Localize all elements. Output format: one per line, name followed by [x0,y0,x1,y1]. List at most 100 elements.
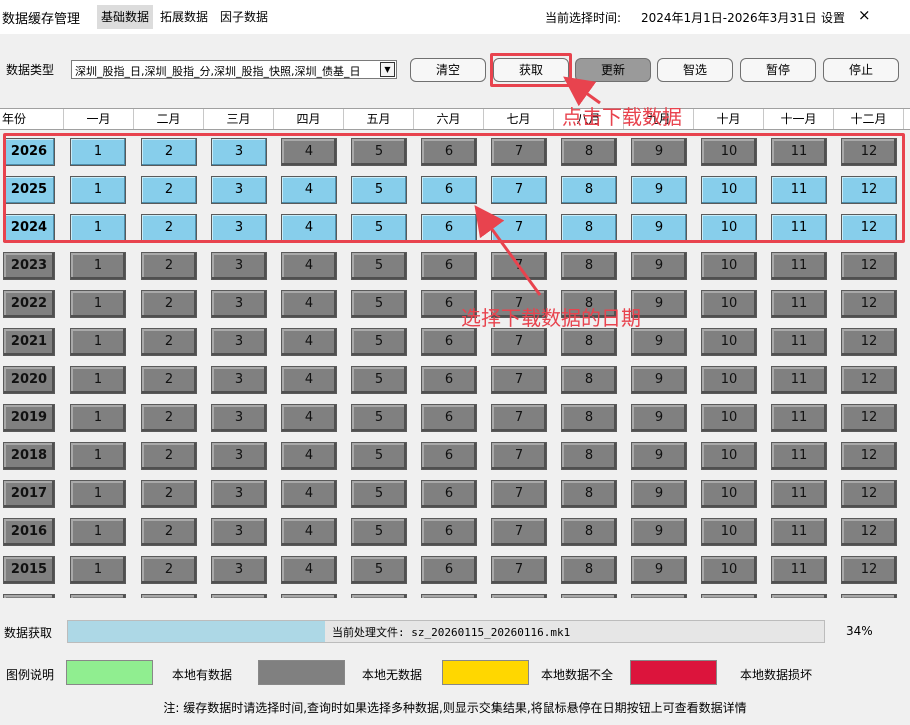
month-button[interactable]: 6 [421,480,477,508]
month-button[interactable]: 4 [281,518,337,546]
month-button[interactable]: 1 [70,594,126,598]
settings-link[interactable]: 设置 [821,9,845,26]
month-button[interactable]: 8 [561,594,617,598]
month-button[interactable]: 2 [141,556,197,584]
month-button[interactable]: 6 [421,556,477,584]
month-button[interactable]: 5 [351,404,407,432]
tab-extended-data[interactable]: 拓展数据 [156,5,212,29]
month-button[interactable]: 10 [701,442,757,470]
month-button[interactable]: 10 [701,556,757,584]
month-button[interactable]: 7 [491,594,547,598]
year-button[interactable]: 2019 [3,404,55,432]
month-button[interactable]: 10 [701,480,757,508]
month-button[interactable]: 6 [421,594,477,598]
month-button[interactable]: 8 [561,480,617,508]
month-button[interactable]: 10 [701,366,757,394]
month-button[interactable]: 9 [631,594,687,598]
month-button[interactable]: 1 [70,404,126,432]
month-button[interactable]: 2 [141,366,197,394]
month-button[interactable]: 3 [211,556,267,584]
month-button[interactable]: 5 [351,366,407,394]
tab-basic-data[interactable]: 基础数据 [97,5,154,29]
year-button[interactable]: 2021 [3,328,55,356]
month-button[interactable]: 5 [351,518,407,546]
month-button[interactable]: 10 [701,518,757,546]
month-button[interactable]: 6 [421,404,477,432]
month-button[interactable]: 11 [771,290,827,318]
year-button[interactable]: 2020 [3,366,55,394]
month-button[interactable]: 8 [561,328,617,356]
month-button[interactable]: 4 [281,404,337,432]
month-button[interactable]: 5 [351,290,407,318]
month-button[interactable]: 9 [631,328,687,356]
month-button[interactable]: 4 [281,480,337,508]
month-button[interactable]: 3 [211,404,267,432]
month-button[interactable]: 2 [141,594,197,598]
month-button[interactable]: 3 [211,480,267,508]
month-button[interactable]: 12 [841,594,897,598]
month-button[interactable]: 8 [561,556,617,584]
month-button[interactable]: 6 [421,252,477,280]
month-button[interactable]: 7 [491,556,547,584]
month-button[interactable]: 7 [491,366,547,394]
month-button[interactable]: 3 [211,518,267,546]
month-button[interactable]: 6 [421,518,477,546]
month-button[interactable]: 3 [211,290,267,318]
month-button[interactable]: 2 [141,518,197,546]
month-button[interactable]: 9 [631,366,687,394]
month-button[interactable]: 11 [771,556,827,584]
month-button[interactable]: 1 [70,442,126,470]
month-button[interactable]: 4 [281,290,337,318]
month-button[interactable]: 9 [631,442,687,470]
clear-button[interactable]: 清空 [410,58,486,82]
month-button[interactable]: 5 [351,252,407,280]
month-button[interactable]: 4 [281,556,337,584]
month-button[interactable]: 9 [631,404,687,432]
smart-select-button[interactable]: 智选 [657,58,733,82]
month-button[interactable]: 11 [771,404,827,432]
month-button[interactable]: 8 [561,366,617,394]
month-button[interactable]: 6 [421,328,477,356]
month-button[interactable]: 11 [771,366,827,394]
month-button[interactable]: 12 [841,328,897,356]
month-button[interactable]: 7 [491,328,547,356]
dropdown-arrow-icon[interactable]: ▼ [380,62,395,77]
year-button[interactable]: 2014 [3,594,55,598]
month-button[interactable]: 4 [281,442,337,470]
month-button[interactable]: 12 [841,366,897,394]
year-button[interactable]: 2017 [3,480,55,508]
month-button[interactable]: 4 [281,366,337,394]
month-button[interactable]: 2 [141,404,197,432]
month-button[interactable]: 12 [841,404,897,432]
month-button[interactable]: 5 [351,556,407,584]
month-button[interactable]: 11 [771,518,827,546]
month-button[interactable]: 10 [701,252,757,280]
month-button[interactable]: 4 [281,594,337,598]
month-button[interactable]: 10 [701,290,757,318]
month-button[interactable]: 9 [631,556,687,584]
month-button[interactable]: 1 [70,290,126,318]
month-button[interactable]: 1 [70,480,126,508]
month-button[interactable]: 5 [351,328,407,356]
month-button[interactable]: 10 [701,404,757,432]
year-button[interactable]: 2023 [3,252,55,280]
month-button[interactable]: 11 [771,252,827,280]
month-button[interactable]: 1 [70,328,126,356]
year-button[interactable]: 2018 [3,442,55,470]
month-button[interactable]: 7 [491,404,547,432]
year-button[interactable]: 2022 [3,290,55,318]
month-button[interactable]: 3 [211,442,267,470]
month-button[interactable]: 2 [141,290,197,318]
month-button[interactable]: 2 [141,480,197,508]
month-button[interactable]: 2 [141,328,197,356]
month-button[interactable]: 4 [281,328,337,356]
month-button[interactable]: 11 [771,480,827,508]
month-button[interactable]: 8 [561,404,617,432]
month-button[interactable]: 1 [70,252,126,280]
month-button[interactable]: 5 [351,480,407,508]
stop-button[interactable]: 停止 [823,58,899,82]
month-button[interactable]: 12 [841,442,897,470]
month-button[interactable]: 5 [351,594,407,598]
month-button[interactable]: 8 [561,518,617,546]
month-button[interactable]: 7 [491,442,547,470]
